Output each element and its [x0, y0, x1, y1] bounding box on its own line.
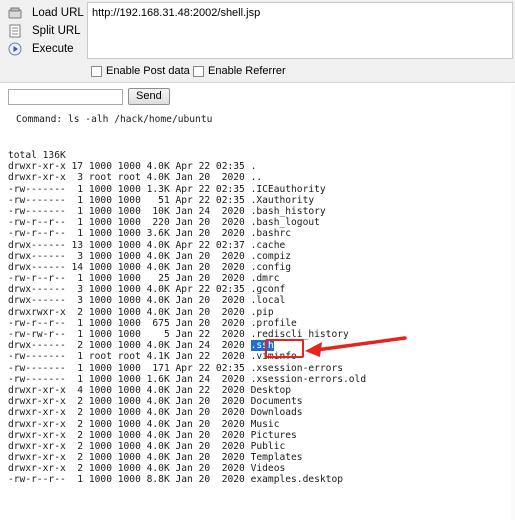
listing-row-text: -rw-r--r-- 1 1000 1000 675 Jan 20 2020 .… [8, 317, 297, 329]
listing-row-text: -rw-r--r-- 1 1000 1000 25 Jan 20 2020 .d… [8, 273, 280, 285]
listing-row-text: -rw------- 1 1000 1000 10K Jan 24 2020 .… [8, 205, 326, 217]
post-data-checkbox[interactable] [91, 65, 102, 77]
listing-row-text: drwxrwxr-x 2 1000 1000 4.0K Jan 20 2020 … [8, 306, 274, 318]
listing-row-text: -rw------- 1 1000 1000 51 Apr 22 02:35 .… [8, 194, 315, 206]
listing-row: drwxr-xr-x 17 1000 1000 4.0K Apr 22 02:3… [8, 161, 366, 172]
listing-row-text: drwxr-xr-x 2 1000 1000 4.0K Jan 20 2020 … [8, 396, 303, 408]
listing-row: drwx------ 2 1000 1000 4.0K Jan 24 2020 … [8, 340, 366, 352]
execute-icon [8, 42, 22, 56]
listing-row-text: drwx------ 13 1000 1000 4.0K Apr 22 02:3… [8, 239, 286, 251]
listing-row-text: drwxr-xr-x 2 1000 1000 4.0K Jan 20 2020 … [8, 463, 286, 475]
command-input[interactable] [8, 88, 123, 105]
listing-row-text: drwxr-xr-x 2 1000 1000 4.0K Jan 20 2020 … [8, 440, 286, 452]
listing-row-text: -rw------- 1 root root 4.1K Jan 22 2020 … [8, 351, 297, 363]
load-url-button[interactable]: Load URL [8, 4, 84, 22]
listing-row-text: drwx------ 3 1000 1000 4.0K Jan 20 2020 … [8, 250, 292, 262]
listing-row: drwxr-xr-x 3 root root 4.0K Jan 20 2020 … [8, 172, 366, 183]
listing-row-text: -rw-r--r-- 1 1000 1000 220 Jan 20 2020 .… [8, 217, 320, 229]
listing-row: drwxr-xr-x 2 1000 1000 4.0K Jan 20 2020 … [8, 463, 366, 474]
listing: total 136K drwxr-xr-x 17 1000 1000 4.0K A… [8, 150, 366, 486]
load-url-label: Load URL [32, 7, 84, 19]
split-url-button[interactable]: Split URL [8, 22, 81, 40]
listing-row: total 136K [8, 150, 366, 161]
listing-row-text: -rw-r--r-- 1 1000 1000 3.6K Jan 20 2020 … [8, 228, 292, 240]
command-line: Command: ls -alh /hack/home/ubuntu [16, 114, 213, 125]
listing-row-text: drwxr-xr-x 2 1000 1000 4.0K Jan 20 2020 … [8, 407, 303, 419]
scrollbar[interactable] [511, 85, 515, 520]
listing-row-text: drwx------ 14 1000 1000 4.0K Jan 20 2020… [8, 261, 292, 273]
url-input[interactable]: http://192.168.31.48:2002/shell.jsp [87, 2, 513, 59]
listing-row: -rw-rw-r-- 1 1000 1000 5 Jan 22 2020 .re… [8, 329, 366, 340]
listing-row: -rw------- 1 1000 1000 1.3K Apr 22 02:35… [8, 184, 366, 195]
listing-row: drwxr-xr-x 2 1000 1000 4.0K Jan 20 2020 … [8, 396, 366, 407]
listing-row-text: drwx------ 3 1000 1000 4.0K Jan 20 2020 … [8, 295, 286, 307]
enable-referrer-option[interactable]: Enable Referrer [193, 65, 286, 77]
listing-row: -rw-r--r-- 1 1000 1000 220 Jan 20 2020 .… [8, 217, 366, 228]
listing-row-text: drwxr-xr-x 2 1000 1000 4.0K Jan 20 2020 … [8, 418, 280, 430]
listing-row-text: drwxr-xr-x 17 1000 1000 4.0K Apr 22 02:3… [8, 161, 257, 173]
listing-row: -rw-r--r-- 1 1000 1000 25 Jan 20 2020 .d… [8, 273, 366, 284]
load-url-icon [8, 6, 22, 20]
url-value: http://192.168.31.48:2002/shell.jsp [92, 7, 261, 19]
referrer-checkbox[interactable] [193, 65, 204, 77]
execute-label: Execute [32, 43, 74, 55]
listing-row: drwx------ 13 1000 1000 4.0K Apr 22 02:3… [8, 240, 366, 251]
listing-row: -rw------- 1 1000 1000 1.6K Jan 24 2020 … [8, 374, 366, 385]
listing-row-text: drwx------ 2 1000 1000 4.0K Jan 24 2020 [8, 340, 251, 352]
execute-button[interactable]: Execute [8, 40, 74, 58]
listing-row: -rw-r--r-- 1 1000 1000 3.6K Jan 20 2020 … [8, 228, 366, 239]
listing-row: drwx------ 3 1000 1000 4.0K Jan 20 2020 … [8, 295, 366, 306]
listing-row: -rw-r--r-- 1 1000 1000 675 Jan 20 2020 .… [8, 318, 366, 329]
listing-row: drwxr-xr-x 2 1000 1000 4.0K Jan 20 2020 … [8, 441, 366, 452]
listing-row-text: -rw------- 1 1000 1000 1.6K Jan 24 2020 … [8, 373, 367, 385]
listing-row-text: -rw-r--r-- 1 1000 1000 8.8K Jan 20 2020 … [8, 474, 344, 486]
listing-row: drwxr-xr-x 2 1000 1000 4.0K Jan 20 2020 … [8, 419, 366, 430]
post-data-label: Enable Post data [106, 65, 190, 77]
listing-row-text: drwxr-xr-x 3 root root 4.0K Jan 20 2020 … [8, 172, 263, 184]
listing-row: -rw------- 1 1000 1000 10K Jan 24 2020 .… [8, 206, 366, 217]
listing-row: drwxr-xr-x 2 1000 1000 4.0K Jan 20 2020 … [8, 430, 366, 441]
referrer-label: Enable Referrer [208, 65, 286, 77]
listing-row: drwx------ 3 1000 1000 4.0K Apr 22 02:35… [8, 284, 366, 295]
split-url-icon [8, 24, 22, 38]
listing-row: -rw------- 1 1000 1000 171 Apr 22 02:35 … [8, 363, 366, 374]
listing-row: drwx------ 14 1000 1000 4.0K Jan 20 2020… [8, 262, 366, 273]
send-button[interactable]: Send [128, 88, 170, 105]
listing-row-text: drwxr-xr-x 4 1000 1000 4.0K Jan 22 2020 … [8, 384, 292, 396]
listing-row-text: drwxr-xr-x 2 1000 1000 4.0K Jan 20 2020 … [8, 452, 303, 464]
listing-row: drwx------ 3 1000 1000 4.0K Jan 20 2020 … [8, 251, 366, 262]
hackbar-toolbar: Load URL Split URL Execute http://192.16… [0, 0, 515, 83]
listing-row: -rw------- 1 root root 4.1K Jan 22 2020 … [8, 351, 366, 362]
listing-row: drwxr-xr-x 4 1000 1000 4.0K Jan 22 2020 … [8, 385, 366, 396]
listing-row-text: -rw------- 1 1000 1000 171 Apr 22 02:35 … [8, 362, 344, 374]
listing-row: drwxr-xr-x 2 1000 1000 4.0K Jan 20 2020 … [8, 452, 366, 463]
listing-row: -rw-r--r-- 1 1000 1000 8.8K Jan 20 2020 … [8, 474, 366, 485]
listing-row: -rw------- 1 1000 1000 51 Apr 22 02:35 .… [8, 195, 366, 206]
enable-post-data-option[interactable]: Enable Post data [91, 65, 190, 77]
listing-row-text: total 136K [8, 150, 66, 161]
listing-row-text: drwx------ 3 1000 1000 4.0K Apr 22 02:35… [8, 284, 286, 296]
listing-row: drwxr-xr-x 2 1000 1000 4.0K Jan 20 2020 … [8, 407, 366, 418]
command-form: Send [8, 88, 170, 105]
annotation-red-box [265, 339, 304, 358]
listing-row: drwxrwxr-x 2 1000 1000 4.0K Jan 20 2020 … [8, 307, 366, 318]
command-output: Command: ls -alh /hack/home/ubuntu total… [8, 114, 366, 485]
listing-row-text: drwxr-xr-x 2 1000 1000 4.0K Jan 20 2020 … [8, 429, 297, 441]
split-url-label: Split URL [32, 25, 81, 37]
listing-row-text: -rw------- 1 1000 1000 1.3K Apr 22 02:35… [8, 183, 326, 195]
